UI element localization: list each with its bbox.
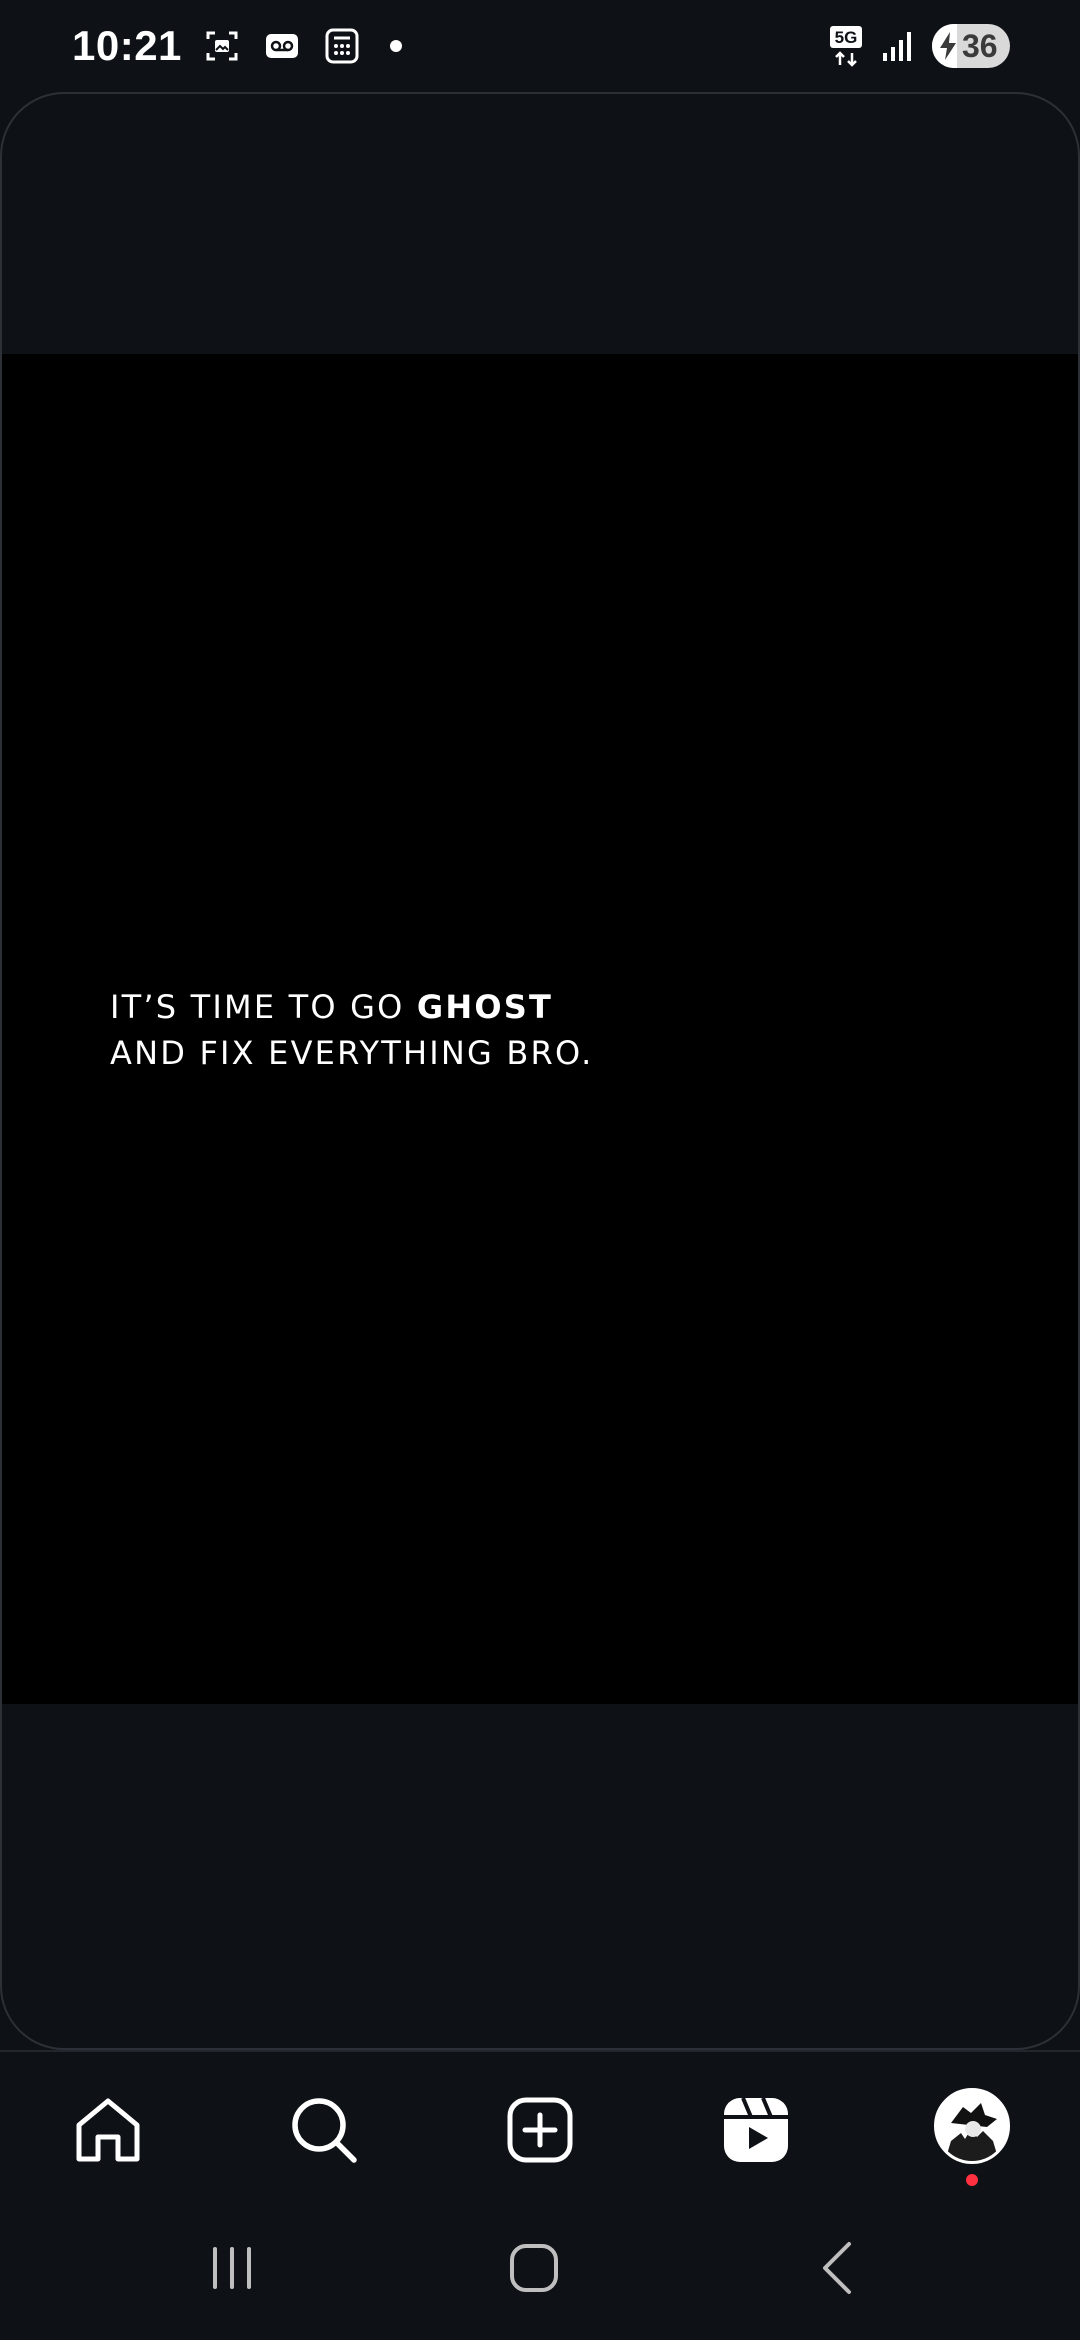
profile-notification-dot	[966, 2174, 978, 2186]
back-button[interactable]	[808, 2238, 868, 2298]
status-time: 10:21	[72, 22, 182, 69]
screenshot-icon	[202, 26, 242, 66]
caption-line-2: AND FIX EVERYTHING BRO.	[110, 1034, 594, 1072]
back-icon	[823, 2242, 851, 2294]
recents-button[interactable]	[202, 2238, 262, 2298]
caption-line-1-bold: GHOST	[416, 988, 554, 1026]
battery-indicator: 36	[932, 24, 1010, 68]
reels-icon	[724, 2097, 788, 2162]
5g-icon: 5G	[828, 25, 864, 67]
screen: 10:21 5G 36 IT’S TIME TO GO GHOST AND FI…	[0, 0, 1080, 2340]
post-caption-overlay: IT’S TIME TO GO GHOST AND FIX EVERYTHING…	[110, 984, 593, 1076]
calculator-icon	[322, 26, 362, 66]
avatar-image	[937, 2091, 1007, 2161]
caption-line-1-prefix: IT’S TIME TO GO	[110, 988, 417, 1026]
status-bar: 10:21 5G 36	[0, 0, 1080, 92]
search-icon	[292, 2098, 357, 2163]
battery-level: 36	[962, 27, 998, 64]
signal-icon	[878, 26, 918, 66]
battery-charging-icon	[940, 32, 956, 60]
nav-create[interactable]	[502, 2092, 578, 2168]
notification-dot	[389, 40, 402, 52]
caption-line-1: IT’S TIME TO GO GHOST	[110, 984, 593, 1030]
create-icon	[507, 2097, 573, 2163]
status-right: 5G 36	[828, 24, 1010, 68]
post-card: IT’S TIME TO GO GHOST AND FIX EVERYTHING…	[0, 92, 1080, 2050]
bottom-nav	[0, 2050, 1080, 2200]
nav-search[interactable]	[286, 2092, 362, 2168]
home-circle-icon	[510, 2244, 558, 2292]
nav-reels[interactable]	[718, 2092, 794, 2168]
network-label: 5G	[835, 28, 858, 47]
profile-avatar[interactable]	[934, 2088, 1010, 2164]
nav-home[interactable]	[70, 2092, 146, 2168]
recents-icon	[213, 2247, 251, 2289]
system-nav-bar	[0, 2200, 1080, 2340]
home-icon	[76, 2098, 140, 2162]
voicemail-icon	[262, 26, 302, 66]
status-left: 10:21	[72, 22, 402, 70]
post-media[interactable]: IT’S TIME TO GO GHOST AND FIX EVERYTHING…	[2, 354, 1078, 1704]
home-button[interactable]	[504, 2238, 564, 2298]
